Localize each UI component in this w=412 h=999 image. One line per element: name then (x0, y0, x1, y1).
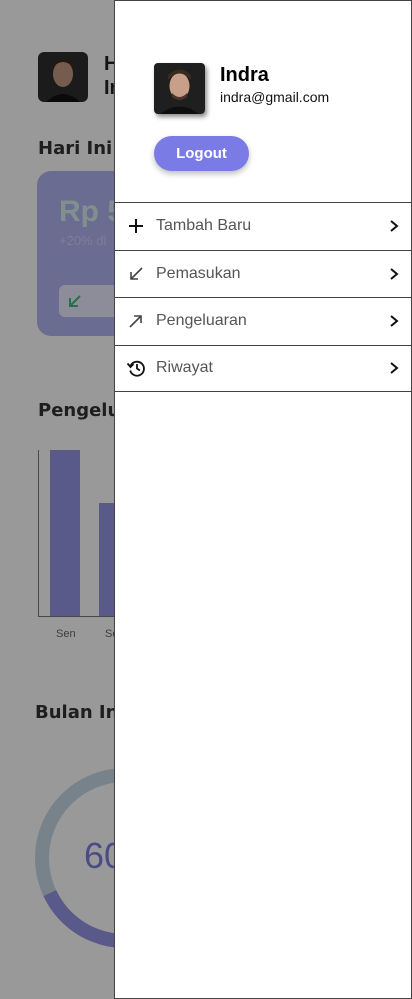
menu-item-tambah-baru[interactable]: Tambah Baru (114, 202, 412, 250)
menu-item-label: Tambah Baru (156, 217, 252, 235)
chevron-right-icon (390, 315, 399, 328)
profile-email: indra@gmail.com (220, 89, 330, 105)
drawer-menu: Tambah Baru Pemasukan Pengeluaran Riwaya… (114, 202, 412, 392)
menu-item-pengeluaran[interactable]: Pengeluaran (114, 297, 412, 345)
chevron-right-icon (390, 267, 399, 280)
menu-item-riwayat[interactable]: Riwayat (114, 344, 412, 392)
profile-name: Indra (220, 64, 269, 86)
menu-item-label: Pemasukan (156, 264, 241, 282)
menu-item-pemasukan[interactable]: Pemasukan (114, 249, 412, 298)
chevron-right-icon (390, 220, 399, 233)
chevron-right-icon (390, 362, 399, 375)
logout-button[interactable]: Logout (154, 136, 249, 171)
profile-avatar (154, 63, 205, 114)
menu-item-label: Pengeluaran (156, 312, 247, 330)
plus-icon (129, 219, 143, 234)
history-icon (126, 361, 145, 377)
menu-item-label: Riwayat (156, 359, 213, 377)
arrow-down-left-icon (130, 267, 143, 280)
arrow-up-right-icon (129, 315, 142, 328)
navigation-drawer: Indra indra@gmail.com Logout Tambah Baru… (114, 0, 412, 999)
